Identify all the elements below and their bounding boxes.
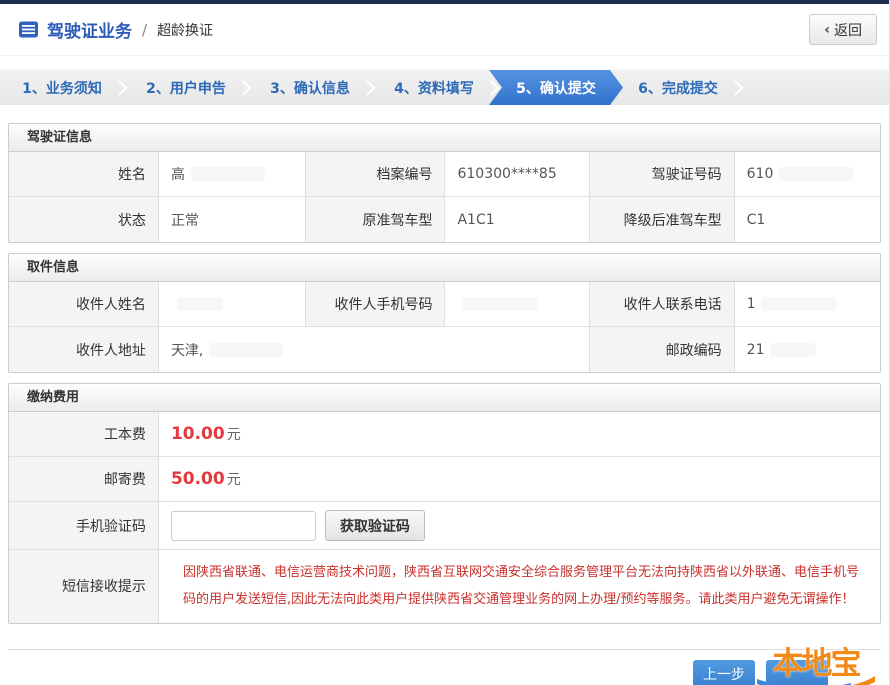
- field-value: [444, 282, 589, 326]
- field-label: 短信接收提示: [9, 550, 158, 623]
- field-value: 高: [158, 152, 305, 196]
- field-label: 收件人联系电话: [589, 282, 734, 326]
- step-2-declare[interactable]: 2、用户申告: [124, 70, 248, 105]
- field-label: 工本费: [9, 412, 158, 456]
- redacted-blur: [762, 297, 836, 311]
- field-value: 610300****85: [444, 152, 589, 196]
- field-value: C1: [734, 197, 880, 242]
- field-label: 状态: [9, 197, 158, 242]
- field-label: 手机验证码: [9, 502, 158, 549]
- page-subtitle: 超龄换证: [157, 20, 213, 40]
- field-label: 收件人地址: [9, 327, 158, 372]
- previous-step-button[interactable]: 上一步: [693, 660, 755, 685]
- fee-unit: 元: [227, 424, 241, 444]
- table-row: 收件人姓名 收件人手机号码 收件人联系电话 1: [9, 282, 880, 327]
- step-wizard: 1、业务须知 2、用户申告 3、确认信息 4、资料填写 5、确认提交 6、完成提…: [0, 69, 889, 105]
- field-label: 姓名: [9, 152, 158, 196]
- table-row: 姓名 高 档案编号 610300****85 驾驶证号码 610: [9, 152, 880, 197]
- field-value: 正常: [158, 197, 305, 242]
- field-value: 21: [734, 327, 880, 372]
- license-section-title: 驾驶证信息: [9, 124, 880, 152]
- field-label: 邮政编码: [589, 327, 734, 372]
- redacted-blur: [177, 297, 223, 311]
- redacted-blur: [191, 167, 265, 181]
- table-row: 状态 正常 原准驾车型 A1C1 降级后准驾车型 C1: [9, 197, 880, 242]
- pickup-section-title: 取件信息: [9, 254, 880, 282]
- breadcrumb: 驾驶证业务 / 超龄换证: [18, 17, 213, 42]
- page: 驾驶证业务 / 超龄换证 ‹ 返回 1、业务须知 2、用户申告 3、确认信息 4…: [0, 0, 890, 685]
- pickup-info-section: 取件信息 收件人姓名 收件人手机号码 收件人联系电话 1 收件人地址 天津, 邮…: [8, 253, 881, 373]
- fee-value: 10.00 元: [158, 412, 880, 456]
- field-value: A1C1: [444, 197, 589, 242]
- redacted-blur: [770, 343, 816, 357]
- redacted-blur: [463, 297, 537, 311]
- table-row: 收件人地址 天津, 邮政编码 21: [9, 327, 880, 372]
- field-label: 收件人姓名: [9, 282, 158, 326]
- submit-button-under-watermark[interactable]: [766, 660, 828, 685]
- field-label: 降级后准驾车型: [589, 197, 734, 242]
- step-5-confirm-submit-active[interactable]: 5、确认提交: [489, 70, 623, 105]
- sms-code-cell: 获取验证码: [158, 502, 880, 549]
- step-6-complete[interactable]: 6、完成提交: [616, 70, 740, 105]
- sms-notice-text: 因陕西省联通、电信运营商技术问题，陕西省互联网交通安全综合服务管理平台无法向持陕…: [171, 550, 880, 623]
- field-label: 驾驶证号码: [589, 152, 734, 196]
- redacted-blur: [209, 343, 283, 357]
- main-content: 驾驶证信息 姓名 高 档案编号 610300****85 驾驶证号码 610 状…: [0, 105, 889, 685]
- field-value: [158, 282, 305, 326]
- chevron-left-icon: ‹: [824, 22, 830, 38]
- back-button[interactable]: ‹ 返回: [809, 14, 877, 45]
- field-label: 收件人手机号码: [305, 282, 444, 326]
- payment-section: 缴纳费用 工本费 10.00 元 邮寄费 50.00 元 手机验证码: [8, 383, 881, 624]
- step-3-confirm-info[interactable]: 3、确认信息: [248, 70, 372, 105]
- field-value: 610: [734, 152, 880, 196]
- footer-actions: 上一步 本地宝 Bendibao.com: [8, 649, 881, 685]
- notice-cell: 因陕西省联通、电信运营商技术问题，陕西省互联网交通安全综合服务管理平台无法向持陕…: [158, 550, 880, 623]
- breadcrumb-separator: /: [140, 21, 149, 39]
- field-label: 邮寄费: [9, 457, 158, 501]
- field-label: 原准驾车型: [305, 197, 444, 242]
- sms-code-row: 手机验证码 获取验证码: [9, 502, 880, 550]
- fee-unit: 元: [227, 469, 241, 489]
- payment-section-title: 缴纳费用: [9, 384, 880, 412]
- form-list-icon: [18, 19, 39, 40]
- sms-code-input[interactable]: [171, 511, 316, 541]
- fee-amount: 10.00: [171, 424, 225, 444]
- license-info-section: 驾驶证信息 姓名 高 档案编号 610300****85 驾驶证号码 610 状…: [8, 123, 881, 243]
- field-value: 天津,: [158, 327, 589, 372]
- redacted-blur: [779, 167, 853, 181]
- sms-notice-row: 短信接收提示 因陕西省联通、电信运营商技术问题，陕西省互联网交通安全综合服务管理…: [9, 550, 880, 623]
- step-4-fill-data[interactable]: 4、资料填写: [372, 70, 496, 105]
- get-sms-code-button[interactable]: 获取验证码: [325, 510, 425, 541]
- fee-row: 工本费 10.00 元: [9, 412, 880, 457]
- fee-row: 邮寄费 50.00 元: [9, 457, 880, 502]
- back-button-label: 返回: [834, 20, 862, 40]
- fee-amount: 50.00: [171, 469, 225, 489]
- page-header: 驾驶证业务 / 超龄换证 ‹ 返回: [0, 4, 889, 56]
- field-label: 档案编号: [305, 152, 444, 196]
- fee-value: 50.00 元: [158, 457, 880, 501]
- step-1-notice[interactable]: 1、业务须知: [0, 70, 124, 105]
- field-value: 1: [734, 282, 880, 326]
- page-title: 驾驶证业务: [47, 17, 132, 42]
- step-bar-filler: [740, 70, 889, 105]
